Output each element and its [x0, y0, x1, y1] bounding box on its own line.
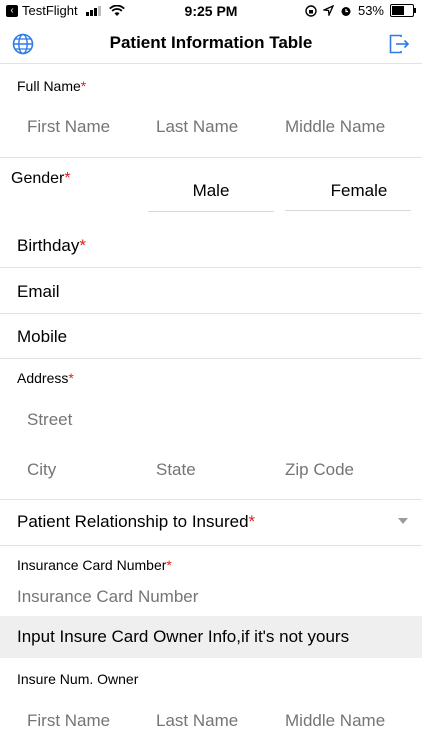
email-field[interactable]: Email — [17, 282, 60, 302]
rotation-lock-icon — [305, 4, 317, 17]
alarm-icon — [341, 6, 351, 16]
first-name-input[interactable] — [27, 117, 147, 137]
gender-label: Gender* — [11, 170, 71, 187]
gender-female-option[interactable]: Female — [285, 171, 411, 211]
divider — [0, 545, 422, 546]
owner-info-banner: Input Insure Card Owner Info,if it's not… — [0, 616, 422, 658]
owner-last-name-input[interactable] — [156, 711, 276, 731]
battery-icon — [390, 4, 416, 17]
battery-level — [392, 6, 404, 15]
divider — [0, 313, 422, 314]
last-name-input[interactable] — [156, 117, 276, 137]
divider — [0, 499, 422, 500]
birthday-field[interactable]: Birthday* — [17, 236, 86, 256]
mobile-field[interactable]: Mobile — [17, 327, 67, 347]
logout-icon[interactable] — [388, 33, 410, 55]
status-bar: ‹ TestFlight 9:25 PM 53% — [0, 0, 422, 24]
owner-middle-name-input[interactable] — [285, 711, 410, 731]
status-right: 53% — [305, 3, 416, 18]
divider — [0, 157, 422, 158]
chevron-down-icon[interactable] — [398, 518, 408, 524]
insurance-card-input[interactable] — [17, 587, 407, 607]
relationship-select[interactable]: Patient Relationship to Insured* — [17, 512, 255, 532]
state-input[interactable] — [156, 460, 276, 480]
owner-info-banner-text: Input Insure Card Owner Info,if it's not… — [17, 627, 350, 646]
gender-male-option[interactable]: Male — [148, 171, 274, 212]
middle-name-input[interactable] — [285, 117, 410, 137]
address-label: Address* — [17, 370, 74, 386]
insure-owner-label: Insure Num. Owner — [17, 671, 139, 687]
owner-first-name-input[interactable] — [27, 711, 147, 731]
page-title: Patient Information Table — [109, 33, 313, 52]
insurance-card-label: Insurance Card Number* — [17, 557, 172, 573]
divider — [0, 267, 422, 268]
navigation-bar: Patient Information Table — [0, 25, 422, 64]
city-input[interactable] — [27, 460, 147, 480]
street-input[interactable] — [27, 410, 407, 430]
divider — [0, 358, 422, 359]
full-name-label: Full Name* — [17, 78, 87, 94]
zip-code-input[interactable] — [285, 460, 410, 480]
location-icon — [322, 5, 334, 16]
battery-percent: 53% — [357, 3, 384, 18]
